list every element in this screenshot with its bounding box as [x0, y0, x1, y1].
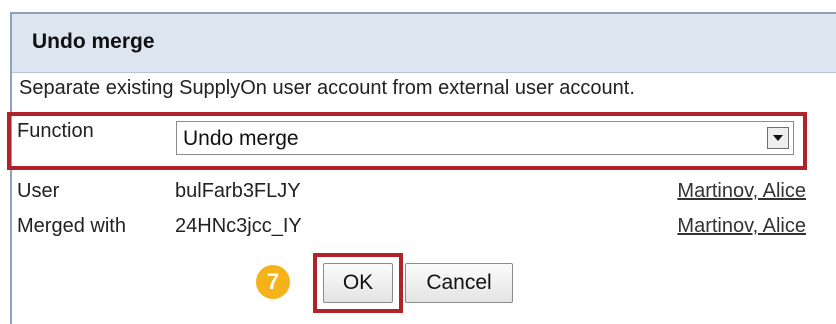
dropdown-arrow-button[interactable] [767, 127, 789, 149]
user-label: User [17, 180, 60, 202]
merged-with-label: Merged with [17, 215, 126, 237]
user-id-value: bulFarb3FLJY [175, 180, 301, 202]
function-select[interactable]: Undo merge [176, 121, 794, 155]
ok-button[interactable]: OK [323, 263, 393, 303]
dialog-title: Undo merge [32, 30, 155, 53]
chevron-down-icon [773, 135, 783, 141]
dialog-description: Separate existing SupplyOn user account … [19, 77, 635, 99]
step-number-badge: 7 [256, 265, 290, 299]
cancel-button[interactable]: Cancel [405, 263, 513, 303]
function-label: Function [17, 120, 94, 142]
merged-with-name-link[interactable]: Martinov, Alice [677, 215, 806, 238]
user-name-link[interactable]: Martinov, Alice [677, 180, 806, 203]
merged-with-id-value: 24HNc3jcc_IY [175, 215, 302, 237]
dialog-titlebar: Undo merge [12, 14, 836, 73]
function-select-value: Undo merge [183, 127, 299, 150]
